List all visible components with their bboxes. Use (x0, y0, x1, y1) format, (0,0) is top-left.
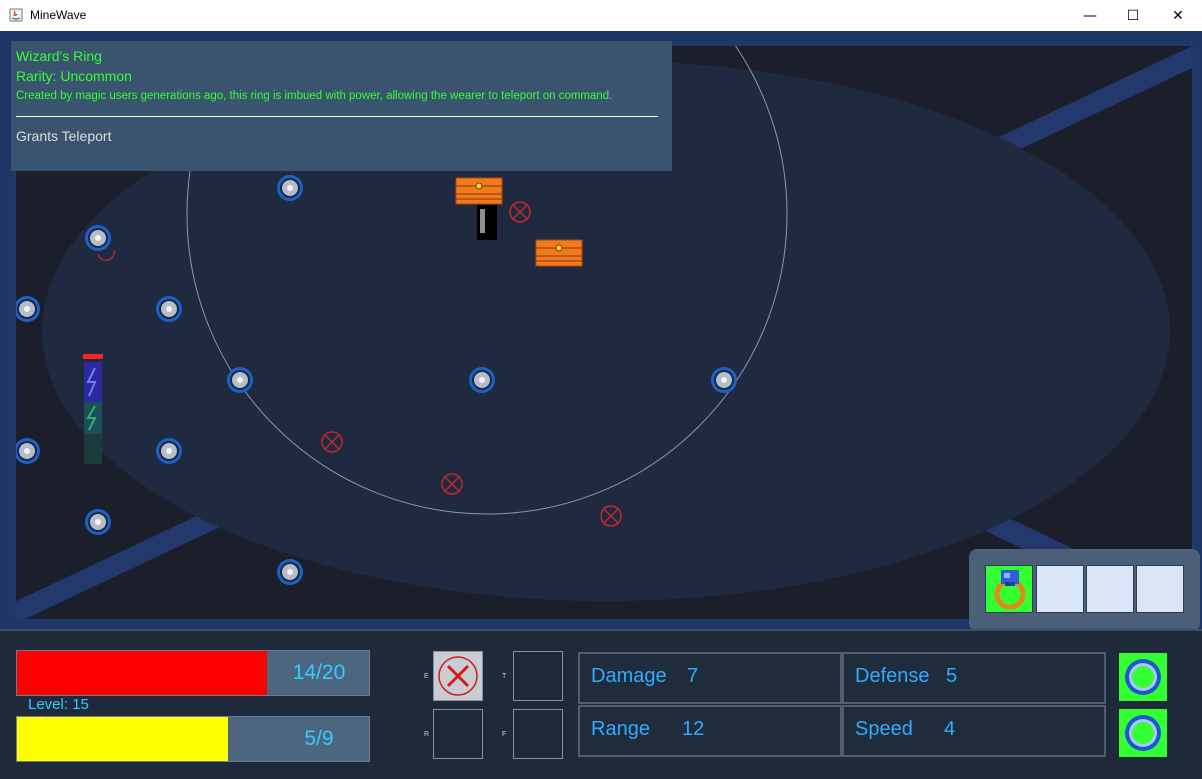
player-character (477, 205, 497, 240)
ability-slot-e[interactable] (433, 651, 483, 701)
orb (277, 175, 303, 201)
minimize-button[interactable]: — (1067, 0, 1113, 31)
level-label: Level: 15 (28, 696, 89, 713)
orb (16, 438, 40, 464)
stat-range-value: 12 (682, 718, 705, 740)
gem-icon (1125, 659, 1161, 695)
stat-speed-label: Speed (855, 718, 913, 740)
orb (227, 367, 253, 393)
stat-defense-value: 5 (946, 665, 958, 687)
treasure-chest (455, 177, 503, 205)
orb (156, 438, 182, 464)
stat-range: Range 12 (578, 705, 842, 757)
gem-slot-1[interactable] (1119, 653, 1167, 701)
stat-damage-value: 7 (687, 665, 699, 687)
gem-slot-2[interactable] (1119, 709, 1167, 757)
stat-range-label: Range (591, 718, 650, 740)
experience-bar-fill (17, 717, 228, 761)
ability-key-f: F (502, 731, 507, 738)
item-tooltip: Wizard's Ring Rarity: Uncommon Created b… (11, 41, 672, 171)
treasure-chest (535, 239, 583, 267)
item-name: Wizard's Ring (16, 48, 102, 64)
tooltip-divider (16, 116, 658, 117)
ability-key-e: E (424, 673, 429, 680)
ring-icon (994, 570, 1026, 610)
health-text: 14/20 (292, 661, 346, 684)
stat-speed: Speed 4 (842, 705, 1106, 757)
stat-defense-label: Defense (855, 665, 930, 687)
stat-damage-label: Damage (591, 665, 667, 687)
orb (16, 296, 40, 322)
ability-key-t: T (502, 673, 507, 680)
stat-damage: Damage 7 (578, 652, 842, 704)
lightning-tower (83, 354, 103, 464)
health-bar-fill (17, 651, 267, 695)
game-canvas[interactable]: Wizard's Ring Rarity: Uncommon Created b… (0, 31, 1202, 779)
orb (156, 296, 182, 322)
java-app-icon (9, 8, 23, 22)
experience-text: 5/9 (304, 727, 334, 750)
cancel-icon (438, 656, 478, 696)
window-titlebar: MineWave — ☐ ✕ (0, 0, 1202, 32)
item-rarity: Rarity: Uncommon (16, 68, 132, 84)
gem-icon (1125, 715, 1161, 751)
stat-defense: Defense 5 (842, 652, 1106, 704)
equipment-panel (969, 549, 1200, 631)
orb (85, 225, 111, 251)
orb (469, 367, 495, 393)
orb (85, 509, 111, 535)
item-effect: Grants Teleport (16, 128, 112, 144)
equipment-slot-4[interactable] (1136, 565, 1184, 613)
window-title: MineWave (30, 8, 87, 22)
maximize-button[interactable]: ☐ (1110, 0, 1156, 31)
ability-slot-f[interactable] (513, 709, 563, 759)
item-description: Created by magic users generations ago, … (16, 90, 613, 102)
experience-bar: 5/9 (16, 716, 370, 762)
orb (711, 367, 737, 393)
ability-key-r: R (424, 731, 430, 738)
equipment-slot-2[interactable] (1036, 565, 1084, 613)
stat-speed-value: 4 (944, 718, 956, 740)
orb (277, 559, 303, 585)
equipment-slot-1[interactable] (985, 565, 1033, 613)
hud-panel: 14/20 Level: 15 5/9 E T R F Damage 7 Def… (0, 629, 1202, 779)
ability-slot-r[interactable] (433, 709, 483, 759)
ability-slot-t[interactable] (513, 651, 563, 701)
equipment-slot-3[interactable] (1086, 565, 1134, 613)
close-button[interactable]: ✕ (1155, 0, 1201, 31)
health-bar: 14/20 (16, 650, 370, 696)
